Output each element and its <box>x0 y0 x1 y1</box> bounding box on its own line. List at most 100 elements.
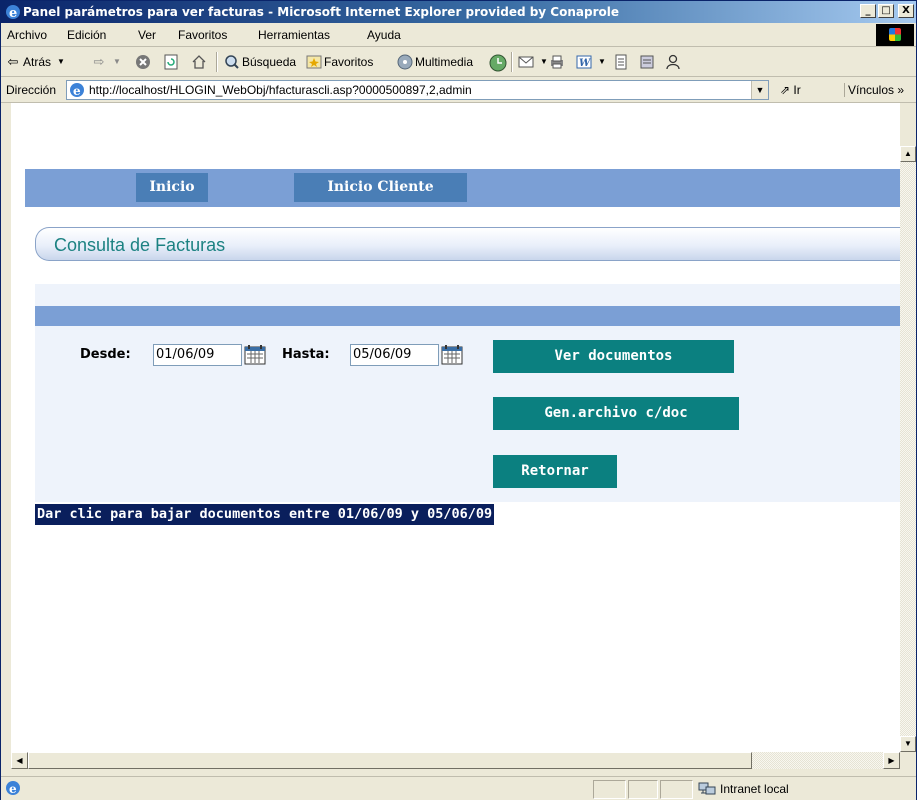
scroll-up-icon[interactable]: ▲ <box>900 146 916 162</box>
desde-label: Desde: <box>80 347 131 362</box>
close-button[interactable]: X <box>898 4 914 18</box>
zone-label: Intranet local <box>720 782 789 796</box>
favorites-button[interactable]: Favoritos <box>306 54 373 70</box>
search-label: Búsqueda <box>242 55 297 69</box>
svg-text:W: W <box>579 58 592 69</box>
minimize-button[interactable]: _ <box>860 4 876 18</box>
status-pane <box>628 780 658 799</box>
menu-herramientas[interactable]: Herramientas <box>258 28 330 42</box>
toolbar-separator <box>216 52 218 72</box>
page-icon: e <box>70 83 84 98</box>
vertical-scrollbar[interactable]: ▲ ▼ <box>900 146 916 752</box>
multimedia-label: Multimedia <box>415 55 474 69</box>
address-url: http://localhost/HLOGIN_WebObj/hfacturas… <box>89 83 472 97</box>
favorites-icon <box>306 55 322 69</box>
retornar-button[interactable]: Retornar <box>493 455 617 488</box>
go-button[interactable]: ⇗ Ir <box>780 83 801 97</box>
favorites-label: Favoritos <box>324 55 374 69</box>
intranet-icon <box>698 782 716 795</box>
back-button[interactable]: ⇦ Atrás ▼ <box>5 54 69 70</box>
title-bar[interactable]: e Panel parámetros para ver facturas - M… <box>1 1 916 23</box>
scroll-down-icon[interactable]: ▼ <box>900 736 916 752</box>
horizontal-scrollbar[interactable]: ◀ ▶ <box>11 752 900 769</box>
go-arrow-icon: ⇗ <box>780 83 791 97</box>
stop-button[interactable] <box>135 54 151 70</box>
messenger-button[interactable] <box>665 54 681 70</box>
multimedia-button[interactable]: Multimedia <box>397 54 473 70</box>
security-zone: Intranet local <box>698 781 789 797</box>
status-pane <box>660 780 693 799</box>
maximize-button[interactable]: □ <box>878 4 894 18</box>
desde-date-input[interactable]: 01/06/09 <box>153 344 242 366</box>
menu-edicion[interactable]: Edición <box>67 28 106 42</box>
page-status-icon: e <box>6 781 20 796</box>
menu-archivo[interactable]: Archivo <box>7 28 47 42</box>
inicio-button[interactable]: Inicio <box>136 173 208 202</box>
printer-icon <box>551 55 563 69</box>
inicio-cliente-button[interactable]: Inicio Cliente <box>294 173 467 202</box>
discuss-button[interactable] <box>613 54 629 70</box>
go-label: Ir <box>793 83 801 97</box>
svg-text:e: e <box>9 782 17 796</box>
address-bar: Dirección e http://localhost/HLOGIN_WebO… <box>1 77 916 103</box>
ver-documentos-button[interactable]: Ver documentos <box>493 340 734 373</box>
search-icon <box>225 55 239 69</box>
forward-arrow-icon: ⇨ <box>93 54 105 69</box>
refresh-icon <box>164 54 178 70</box>
download-documents-link[interactable]: Dar clic para bajar documentos entre 01/… <box>35 504 495 525</box>
browser-window: e Panel parámetros para ver facturas - M… <box>0 0 917 800</box>
back-label: Atrás <box>23 55 52 69</box>
window-title: Panel parámetros para ver facturas - Mic… <box>23 5 620 19</box>
left-gutter <box>1 103 11 769</box>
scroll-corner <box>900 752 916 769</box>
menu-ver[interactable]: Ver <box>138 28 156 42</box>
mail-icon <box>518 56 534 68</box>
menu-ayuda[interactable]: Ayuda <box>367 28 401 42</box>
chevron-down-icon: ▼ <box>57 57 65 66</box>
refresh-button[interactable] <box>163 54 179 70</box>
svg-text:e: e <box>73 84 81 98</box>
links-button[interactable]: Vínculos » <box>844 83 904 97</box>
hasta-label: Hasta: <box>282 347 330 362</box>
page-top-margin <box>11 103 900 146</box>
history-button[interactable] <box>489 54 507 72</box>
address-input[interactable]: e http://localhost/HLOGIN_WebObj/hfactur… <box>66 80 769 100</box>
gen-archivo-button[interactable]: Gen.archivo c/doc <box>493 397 739 430</box>
address-label: Dirección <box>6 83 57 97</box>
scroll-right-icon[interactable]: ▶ <box>883 752 900 769</box>
menu-favoritos[interactable]: Favoritos <box>178 28 227 42</box>
calendar-icon[interactable] <box>244 344 266 365</box>
research-button[interactable] <box>639 54 655 70</box>
address-dropdown-icon[interactable]: ▼ <box>751 81 768 99</box>
scroll-left-icon[interactable]: ◀ <box>11 752 28 769</box>
page-title: Consulta de Facturas <box>54 235 226 255</box>
toolbar: ⇦ Atrás ▼ ⇨ ▼ Búsqueda Favoritos Multime… <box>1 47 916 77</box>
history-icon <box>489 54 507 72</box>
section-header: Consulta de Facturas <box>35 227 915 261</box>
menu-bar: Archivo Edición Ver Favoritos Herramient… <box>1 23 916 47</box>
research-icon <box>640 55 654 69</box>
ie-logo-icon: e <box>6 5 20 20</box>
stop-icon <box>136 55 150 69</box>
calendar-icon[interactable] <box>441 344 463 365</box>
status-bar: e Intranet local <box>1 776 916 800</box>
chevron-down-icon: ▼ <box>598 57 606 66</box>
multimedia-icon <box>397 54 413 70</box>
home-icon <box>192 55 206 69</box>
horizontal-scroll-thumb[interactable] <box>28 752 752 769</box>
mail-button[interactable]: ▼ <box>518 54 552 70</box>
params-header-band <box>35 306 900 326</box>
print-button[interactable] <box>549 54 565 70</box>
status-pane <box>593 780 626 799</box>
home-button[interactable] <box>191 54 207 70</box>
edit-word-button[interactable]: W ▼ <box>576 54 610 70</box>
svg-text:e: e <box>9 6 17 20</box>
hasta-date-input[interactable]: 05/06/09 <box>350 344 439 366</box>
back-arrow-icon: ⇦ <box>7 54 19 69</box>
search-button[interactable]: Búsqueda <box>224 54 296 70</box>
toolbar-separator <box>511 52 513 72</box>
forward-button[interactable]: ⇨ ▼ <box>91 54 125 70</box>
nav-bar: Inicio Inicio Cliente <box>25 169 900 207</box>
messenger-icon <box>666 54 680 70</box>
windows-logo-icon <box>876 24 914 46</box>
